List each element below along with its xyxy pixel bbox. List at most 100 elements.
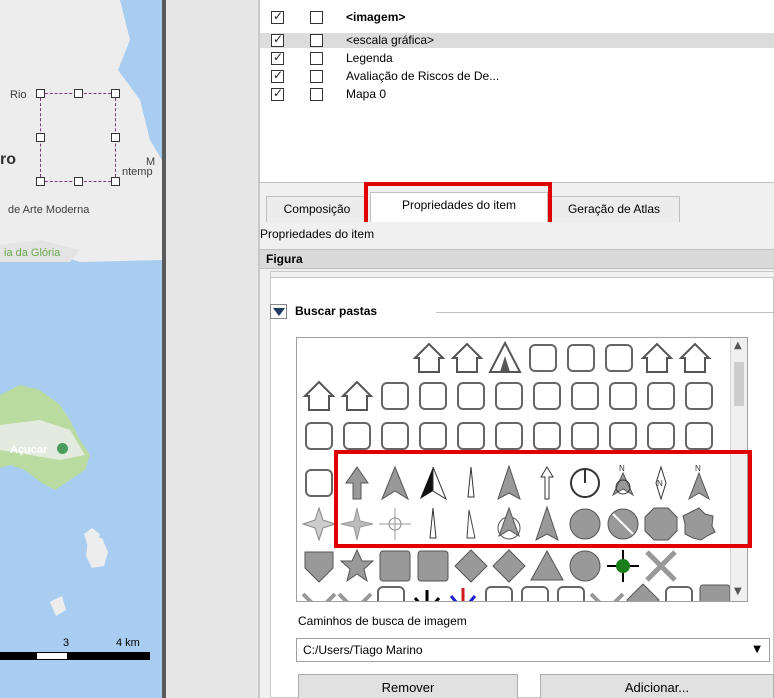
- visibility-checkbox[interactable]: [271, 50, 284, 65]
- scales-icon[interactable]: [419, 382, 447, 410]
- resize-handle-b[interactable]: [74, 177, 83, 186]
- minus-icon[interactable]: [557, 586, 585, 601]
- scroll-thumb[interactable]: [734, 362, 744, 406]
- bench-icon[interactable]: [381, 382, 409, 410]
- phone-booth-icon[interactable]: [419, 422, 447, 450]
- chevron-down-icon[interactable]: ▼: [753, 639, 761, 661]
- wc-women-icon[interactable]: [685, 422, 713, 450]
- family-icon[interactable]: [571, 422, 599, 450]
- panel-header: Propriedades do item: [260, 227, 375, 241]
- map-label-rio: Rio: [10, 89, 27, 101]
- book-icon[interactable]: [647, 382, 675, 410]
- square-alt-icon[interactable]: [417, 550, 449, 582]
- plus-icon[interactable]: [521, 586, 549, 601]
- group-title: Buscar pastas: [295, 304, 378, 318]
- resize-handle-l[interactable]: [36, 133, 45, 142]
- scale-bar: [0, 652, 150, 660]
- police-badge-icon[interactable]: [305, 422, 333, 450]
- visibility-checkbox[interactable]: [271, 9, 284, 24]
- info-icon[interactable]: [609, 382, 637, 410]
- person-bin-icon[interactable]: [305, 469, 333, 497]
- shelter-icon[interactable]: [412, 342, 446, 373]
- resize-handle-t[interactable]: [74, 89, 83, 98]
- lock-checkbox[interactable]: [310, 52, 323, 65]
- tab-geracao-de-atlas[interactable]: Geração de Atlas: [548, 196, 680, 222]
- resize-handle-tr[interactable]: [111, 89, 120, 98]
- triangle-icon[interactable]: [530, 549, 564, 581]
- resize-handle-r[interactable]: [111, 133, 120, 142]
- search-paths-select[interactable]: C:/Users/Tiago Marino ▼: [296, 638, 770, 662]
- arrow-down-icon[interactable]: [377, 586, 405, 601]
- items-list[interactable]: <imagem> <escala gráfica> Legenda Avalia…: [260, 0, 774, 183]
- highlight-box-north-arrows: [334, 450, 752, 548]
- list-item[interactable]: Legenda: [260, 50, 774, 66]
- resize-handle-tl[interactable]: [36, 89, 45, 98]
- list-item[interactable]: Mapa 0: [260, 86, 774, 102]
- bone-icon[interactable]: [665, 586, 693, 601]
- star-badge-icon[interactable]: [339, 548, 375, 583]
- add-button[interactable]: Adicionar...: [540, 674, 774, 698]
- lock-checkbox[interactable]: [310, 34, 323, 47]
- compass-rose-icon[interactable]: [301, 506, 337, 542]
- shield-icon[interactable]: [304, 551, 334, 583]
- hotel-bed-icon[interactable]: [567, 344, 595, 372]
- houses-icon[interactable]: [340, 380, 374, 411]
- diamond-alt-icon[interactable]: [492, 549, 526, 583]
- house-icon[interactable]: [640, 342, 674, 373]
- scale-label-3: 3: [63, 637, 70, 649]
- handcuffs-icon[interactable]: [685, 382, 713, 410]
- park-marker-icon: [57, 443, 68, 454]
- cross-target-icon[interactable]: [607, 550, 639, 582]
- square-small-icon[interactable]: [699, 584, 731, 601]
- wheelchair-wc-icon[interactable]: [609, 422, 637, 450]
- list-item[interactable]: Avaliação de Riscos de De...: [260, 68, 774, 84]
- telephone-icon[interactable]: [533, 422, 561, 450]
- chevron-alt-icon[interactable]: [337, 592, 373, 601]
- lock-checkbox[interactable]: [310, 70, 323, 83]
- recycle-icon[interactable]: [457, 422, 485, 450]
- black-arrow-icon[interactable]: [413, 590, 441, 601]
- tab-composicao[interactable]: Composição: [266, 196, 368, 222]
- lock-checkbox[interactable]: [310, 88, 323, 101]
- palm-icon[interactable]: [571, 382, 599, 410]
- fire-icon[interactable]: [457, 382, 485, 410]
- list-item[interactable]: <escala gráfica>: [260, 32, 774, 48]
- scroll-down-icon[interactable]: ▼: [734, 586, 742, 597]
- caravan-icon[interactable]: [529, 344, 557, 372]
- x-cross-icon[interactable]: [645, 550, 677, 582]
- resize-handle-bl[interactable]: [36, 177, 45, 186]
- tent-icon[interactable]: [488, 340, 522, 373]
- circle-crosshair-icon[interactable]: [569, 550, 601, 582]
- wc-men-icon[interactable]: [647, 422, 675, 450]
- grass-icon[interactable]: [485, 586, 513, 601]
- selection-box[interactable]: [36, 89, 120, 186]
- list-item[interactable]: <imagem>: [260, 9, 774, 25]
- remove-button[interactable]: Remover: [298, 674, 518, 698]
- weather-shelter-icon[interactable]: [678, 342, 712, 373]
- lock-checkbox[interactable]: [310, 11, 323, 24]
- resize-handle-br[interactable]: [111, 177, 120, 186]
- visibility-checkbox[interactable]: [271, 86, 284, 101]
- bed-icon[interactable]: [605, 344, 633, 372]
- diamond-icon[interactable]: [454, 549, 488, 583]
- item-label: <imagem>: [346, 10, 406, 24]
- map-canvas[interactable]: Rio ro M ntemp de Arte Moderna ia da Gló…: [0, 0, 162, 698]
- house-bb-icon[interactable]: [450, 342, 484, 373]
- diamond-small-icon[interactable]: [626, 583, 660, 601]
- fire-ban-icon[interactable]: [533, 382, 561, 410]
- visibility-checkbox[interactable]: [271, 32, 284, 47]
- chevron-icon[interactable]: [301, 592, 337, 601]
- chevron-wide-icon[interactable]: [589, 592, 625, 601]
- tripod-icon[interactable]: [495, 422, 523, 450]
- visibility-checkbox[interactable]: [271, 68, 284, 83]
- map-label-ro: ro: [0, 151, 16, 168]
- color-arrow-icon[interactable]: [449, 588, 477, 601]
- square-icon[interactable]: [379, 550, 411, 582]
- scroll-up-icon[interactable]: ▲: [734, 340, 742, 351]
- fire-emblem-icon[interactable]: [495, 382, 523, 410]
- section-figura[interactable]: Figura: [260, 249, 774, 269]
- mail-icon[interactable]: [343, 422, 371, 450]
- rain-shelter-icon[interactable]: [302, 380, 336, 411]
- mail-circle-icon[interactable]: [381, 422, 409, 450]
- collapse-toggle-icon[interactable]: [270, 304, 287, 319]
